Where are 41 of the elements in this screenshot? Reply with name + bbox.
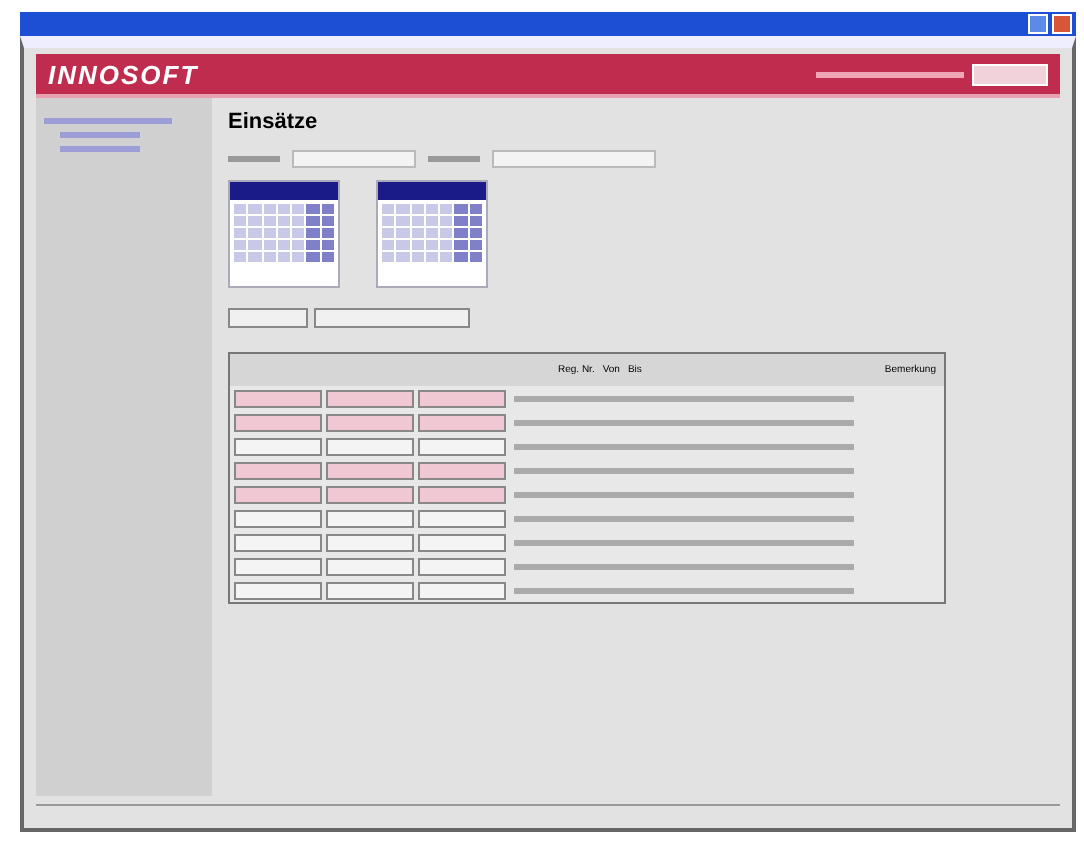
- row-button[interactable]: [418, 485, 506, 503]
- calendar[interactable]: [376, 180, 488, 288]
- row-button[interactable]: [326, 461, 414, 479]
- row-button[interactable]: [234, 461, 322, 479]
- logo: INNOSOFT: [48, 59, 199, 89]
- row-button[interactable]: [326, 533, 414, 551]
- filter-label: [228, 156, 280, 162]
- row-button[interactable]: [326, 557, 414, 575]
- row-button[interactable]: [234, 557, 322, 575]
- date-field[interactable]: [292, 150, 416, 168]
- row-button[interactable]: [234, 413, 322, 431]
- row-button[interactable]: [418, 557, 506, 575]
- row-button[interactable]: [234, 485, 322, 503]
- action-button[interactable]: [228, 308, 308, 328]
- row-button[interactable]: [326, 581, 414, 599]
- row-button[interactable]: [326, 413, 414, 431]
- dropdown[interactable]: [492, 150, 656, 168]
- action-button[interactable]: [314, 308, 470, 328]
- row-button[interactable]: [418, 509, 506, 527]
- row-button[interactable]: [326, 437, 414, 455]
- row-button[interactable]: [234, 509, 322, 527]
- filter-label: [428, 156, 480, 162]
- row-button[interactable]: [418, 437, 506, 455]
- row-button[interactable]: [418, 581, 506, 599]
- row-button[interactable]: [418, 533, 506, 551]
- row-button[interactable]: [326, 509, 414, 527]
- row-button[interactable]: [418, 413, 506, 431]
- row-button[interactable]: [234, 581, 322, 599]
- row-button[interactable]: [418, 461, 506, 479]
- calendar[interactable]: [228, 180, 340, 288]
- row-button[interactable]: [234, 533, 322, 551]
- logout-button[interactable]: [972, 63, 1048, 85]
- close-button[interactable]: [1052, 14, 1072, 34]
- row-button[interactable]: [418, 389, 506, 407]
- page-title: Einsätze: [228, 110, 320, 134]
- row-button[interactable]: [326, 389, 414, 407]
- row-button[interactable]: [234, 437, 322, 455]
- row-button[interactable]: [234, 389, 322, 407]
- user-link[interactable]: [816, 71, 964, 77]
- minimize-button[interactable]: [1028, 14, 1048, 34]
- row-button[interactable]: [326, 485, 414, 503]
